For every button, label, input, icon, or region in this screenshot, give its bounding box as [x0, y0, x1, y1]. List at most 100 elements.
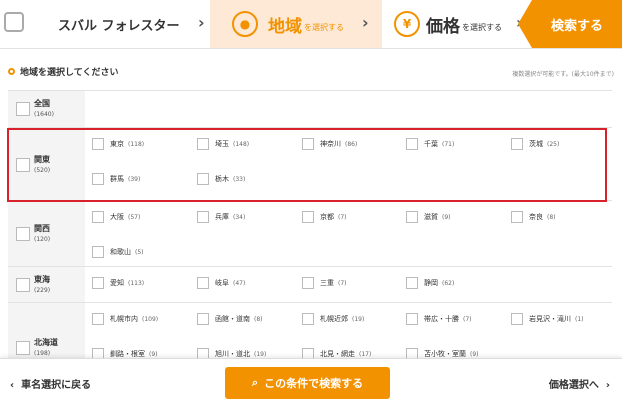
prefecture-label: 埼玉 (148): [215, 139, 249, 149]
region-checkbox[interactable]: [16, 341, 30, 355]
region-checkbox[interactable]: [16, 278, 30, 292]
prefecture-count: (113): [128, 280, 145, 287]
prefecture-count: (25): [547, 141, 560, 148]
prefecture-checkbox[interactable]: [197, 313, 209, 325]
prefecture-checkbox[interactable]: [92, 138, 104, 150]
prefecture-name: 岩見沢・滝川: [529, 315, 571, 323]
prefecture-count: (19): [254, 351, 267, 358]
section-title: 地域を選択してください: [20, 68, 119, 78]
prefecture-count: (9): [470, 351, 479, 358]
prefecture-checkbox[interactable]: [406, 313, 418, 325]
prefecture-checkbox[interactable]: [197, 211, 209, 223]
prefecture-checkbox[interactable]: [406, 211, 418, 223]
prefecture-label: 兵庫 (34): [215, 212, 245, 222]
region-name: 全国: [34, 99, 50, 108]
prefecture-checkbox[interactable]: [302, 138, 314, 150]
prefecture-checkbox[interactable]: [197, 173, 209, 185]
prefecture-checkbox[interactable]: [511, 138, 523, 150]
prefecture-name: 和歌山: [110, 248, 131, 256]
prefecture-label: 岐阜 (47): [215, 278, 245, 288]
prefecture-checkbox[interactable]: [511, 313, 523, 325]
prefecture-label: 群馬 (39): [110, 174, 140, 184]
region-count: (229): [34, 287, 51, 294]
prefecture-count: (17): [359, 351, 372, 358]
prefecture-count: (57): [128, 214, 141, 221]
prefecture-checkbox[interactable]: [406, 138, 418, 150]
region-row: 関東 (520) 東京 (118) 埼玉 (148) 神奈川 (86) 千葉 (71) 茨城 (25)…: [8, 127, 612, 201]
prefecture-checkbox[interactable]: [92, 211, 104, 223]
prefecture-label: 帯広・十勝 (7): [424, 314, 472, 324]
section-note: 複数選択が可能です。(最大10件まで): [512, 71, 614, 78]
prefecture-checkbox[interactable]: [511, 211, 523, 223]
search-conditions-button[interactable]: ⌕ この条件で検索する: [225, 367, 390, 399]
search-top-button[interactable]: 検索する: [518, 0, 622, 48]
prefecture-label: 函館・道南 (8): [215, 314, 263, 324]
prefecture-checkbox[interactable]: [197, 277, 209, 289]
prefecture-count: (62): [442, 280, 455, 287]
prefecture-name: 札幌近郊: [320, 315, 348, 323]
prefecture-count: (34): [233, 214, 246, 221]
prefecture-count: (7): [338, 280, 347, 287]
region-row: 全国 (1640): [8, 90, 612, 127]
prefecture-name: 奈良: [529, 213, 543, 221]
prefecture-name: 群馬: [110, 175, 124, 183]
prefecture-checkbox[interactable]: [302, 277, 314, 289]
region-name: 北海道: [34, 338, 58, 347]
prefecture-label: 札幌近郊 (19): [320, 314, 364, 324]
region-checkbox[interactable]: [16, 102, 30, 116]
region-checkbox[interactable]: [16, 227, 30, 241]
region-name: 東海: [34, 275, 50, 284]
region-name: 関東: [34, 154, 50, 164]
prefecture-checkbox[interactable]: [302, 211, 314, 223]
prefecture-checkbox[interactable]: [302, 313, 314, 325]
step-bar: スバル フォレスター › ● 地域 を選択する › ¥ 価格 を選択する › 検…: [0, 0, 622, 49]
prefecture-count: (7): [463, 316, 472, 323]
region-count: (198): [34, 350, 51, 357]
region-cell[interactable]: 全国 (1640): [8, 91, 85, 127]
step-car-name[interactable]: スバル フォレスター ›: [0, 0, 210, 48]
prefecture-checkbox[interactable]: [92, 246, 104, 258]
chevron-right-icon: ›: [198, 13, 205, 32]
region-count: (120): [34, 236, 51, 243]
prefecture-count: (148): [233, 141, 250, 148]
step-area[interactable]: ● 地域 を選択する ›: [210, 0, 382, 48]
prefecture-label: 大阪 (57): [110, 212, 140, 222]
prefecture-count: (86): [345, 141, 358, 148]
region-cell[interactable]: 関西 (120): [8, 201, 85, 267]
prefecture-count: (8): [254, 316, 263, 323]
region-row: 東海 (229) 愛知 (113) 岐阜 (47) 三重 (7) 静岡 (62): [8, 266, 612, 303]
next-price-link[interactable]: 価格選択へ ›: [549, 376, 610, 391]
prefecture-name: 釧路・根室: [110, 350, 145, 358]
prefecture-checkbox[interactable]: [92, 313, 104, 325]
prefecture-name: 岐阜: [215, 279, 229, 287]
bottom-bar: ‹ 車名選択に戻る ⌕ この条件で検索する 価格選択へ ›: [0, 358, 622, 407]
prefecture-count: (109): [142, 316, 159, 323]
prefecture-label: 和歌山 (5): [110, 247, 144, 257]
prefecture-label: 静岡 (62): [424, 278, 454, 288]
back-to-car-link[interactable]: ‹ 車名選択に戻る: [10, 376, 91, 391]
car-icon: [4, 12, 24, 32]
prefecture-name: 函館・道南: [215, 315, 250, 323]
prefecture-count: (7): [338, 214, 347, 221]
prefecture-count: (71): [442, 141, 455, 148]
prefecture-checkbox[interactable]: [92, 173, 104, 185]
step-area-sub: を選択する: [304, 23, 344, 32]
region-checkbox[interactable]: [16, 157, 30, 172]
prefecture-checkbox[interactable]: [406, 277, 418, 289]
prefecture-label: 奈良 (8): [529, 212, 556, 222]
prefecture-label: 茨城 (25): [529, 139, 559, 149]
step-price-sub: を選択する: [462, 23, 502, 32]
search-icon: ⌕: [251, 376, 259, 389]
prefecture-count: (8): [547, 214, 556, 221]
region-cell[interactable]: 関東 (520): [8, 128, 85, 201]
prefecture-name: 三重: [320, 279, 334, 287]
prefecture-checkbox[interactable]: [197, 138, 209, 150]
region-cell[interactable]: 東海 (229): [8, 267, 85, 303]
map-pin-icon: ●: [232, 11, 258, 37]
step-price-title: 価格: [426, 17, 460, 37]
step-price[interactable]: ¥ 価格 を選択する ›: [382, 0, 532, 48]
prefecture-checkbox[interactable]: [92, 277, 104, 289]
prefecture-name: 神奈川: [320, 140, 341, 148]
prefecture-name: 茨城: [529, 140, 543, 148]
yen-icon: ¥: [394, 11, 420, 37]
